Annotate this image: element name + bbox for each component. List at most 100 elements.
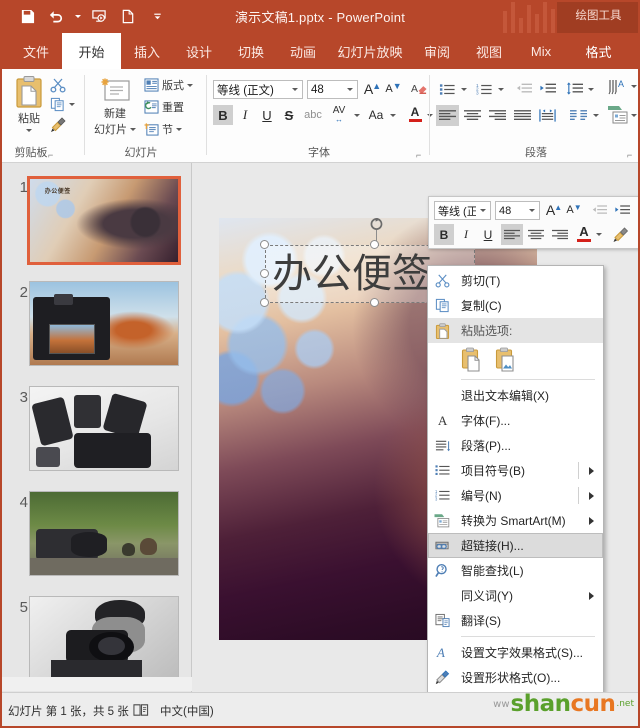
mini-align-left-button[interactable] bbox=[501, 224, 523, 245]
mini-format-painter-button[interactable] bbox=[609, 224, 631, 245]
menu-item-bullets[interactable]: 项目符号(B) bbox=[428, 458, 603, 483]
text-direction-dropdown-icon[interactable] bbox=[629, 77, 639, 95]
menu-item-cut[interactable]: 剪切(T) bbox=[428, 268, 603, 293]
section-dropdown-icon[interactable] bbox=[176, 127, 182, 131]
distribute-button[interactable] bbox=[536, 105, 559, 126]
mini-font-size-dropdown-icon[interactable] bbox=[525, 209, 539, 212]
change-case-dropdown-icon[interactable] bbox=[388, 105, 398, 125]
context-menu[interactable]: 剪切(T) 复制(C) 粘贴选项: 退出文本编辑(X) A 字体(F)... 段… bbox=[427, 265, 604, 694]
tab-home[interactable]: 开始 bbox=[62, 33, 121, 69]
line-spacing-button[interactable] bbox=[563, 79, 585, 99]
copy-dropdown-icon[interactable] bbox=[69, 103, 75, 106]
menu-item-smart-lookup[interactable]: 智能查找(L) bbox=[428, 558, 603, 583]
bullets-button[interactable] bbox=[436, 79, 458, 99]
clipboard-dialog-launcher[interactable]: ⌐ bbox=[48, 151, 57, 160]
columns-button[interactable] bbox=[567, 105, 590, 126]
convert-to-smartart-dropdown-icon[interactable] bbox=[629, 105, 639, 126]
paragraph-dialog-launcher[interactable]: ⌐ bbox=[627, 151, 636, 160]
tab-review[interactable]: 审阅 bbox=[411, 33, 463, 69]
strikethrough-button[interactable]: S bbox=[279, 105, 299, 125]
clear-formatting-button[interactable]: A bbox=[409, 79, 429, 99]
mini-font-size-combo[interactable]: 48 bbox=[495, 201, 540, 220]
paste-dropdown-icon[interactable] bbox=[26, 129, 32, 132]
tab-view[interactable]: 视图 bbox=[463, 33, 515, 69]
resize-handle-top-center[interactable] bbox=[370, 240, 379, 249]
section-button[interactable]: 节 bbox=[144, 121, 182, 137]
resize-handle-top-left[interactable] bbox=[260, 240, 269, 249]
change-case-button[interactable]: Aa bbox=[365, 105, 387, 125]
layout-dropdown-icon[interactable] bbox=[187, 83, 193, 87]
menu-item-hyperlink[interactable]: 超链接(H)... bbox=[428, 533, 603, 558]
thumbnail-frame-2[interactable] bbox=[29, 281, 179, 366]
resize-handle-middle-left[interactable] bbox=[260, 269, 269, 278]
new-slide-dropdown-icon[interactable] bbox=[130, 127, 136, 131]
justify-button[interactable] bbox=[511, 105, 534, 126]
underline-button[interactable]: U bbox=[257, 105, 277, 125]
tab-file[interactable]: 文件 bbox=[10, 33, 62, 69]
character-spacing-dropdown-icon[interactable] bbox=[352, 105, 362, 125]
mini-font-color-dropdown-icon[interactable] bbox=[594, 224, 604, 245]
font-name-dropdown-icon[interactable] bbox=[288, 88, 302, 91]
menu-item-convert-to-smartart[interactable]: 转换为 SmartArt(M) bbox=[428, 508, 603, 533]
layout-button[interactable]: 版式 bbox=[144, 77, 193, 93]
reset-button[interactable]: 重置 bbox=[144, 99, 184, 115]
thumbnail-slide-1[interactable]: 1 办公便签 bbox=[0, 176, 191, 268]
mini-font-name-dropdown-icon[interactable] bbox=[476, 209, 490, 212]
thumbnail-frame-4[interactable] bbox=[29, 491, 179, 576]
grow-font-button[interactable]: A ▲ bbox=[363, 79, 382, 99]
font-name-combo[interactable]: 等线 (正文) bbox=[213, 80, 303, 99]
menu-item-synonyms[interactable]: 同义词(Y) bbox=[428, 583, 603, 608]
increase-indent-button[interactable] bbox=[536, 79, 558, 99]
slide-textbox-text[interactable]: 办公便签 bbox=[272, 248, 432, 300]
numbering-button[interactable]: 1 2 3 bbox=[473, 79, 495, 99]
align-left-button[interactable] bbox=[436, 105, 459, 126]
paste-button[interactable]: 粘贴 bbox=[8, 75, 50, 132]
thumbnail-slide-3[interactable]: 3 bbox=[0, 385, 191, 473]
paste-options-row[interactable] bbox=[428, 343, 603, 376]
thumbnail-slide-2[interactable]: 2 bbox=[0, 280, 191, 368]
font-dialog-launcher[interactable]: ⌐ bbox=[416, 151, 425, 160]
tab-animations[interactable]: 动画 bbox=[277, 33, 329, 69]
convert-to-smartart-button[interactable] bbox=[606, 102, 630, 126]
tab-transitions[interactable]: 切换 bbox=[225, 33, 277, 69]
font-color-button[interactable]: A bbox=[406, 103, 424, 125]
text-direction-button[interactable]: A bbox=[606, 76, 630, 96]
tab-format[interactable]: 格式 bbox=[557, 33, 640, 69]
font-size-dropdown-icon[interactable] bbox=[343, 88, 357, 91]
cut-button[interactable] bbox=[50, 77, 66, 93]
resize-handle-bottom-center[interactable] bbox=[370, 298, 379, 307]
menu-item-copy[interactable]: 复制(C) bbox=[428, 293, 603, 318]
thumbnail-frame-3[interactable] bbox=[29, 386, 179, 471]
menu-item-translate[interactable]: 翻译(S) bbox=[428, 608, 603, 633]
mini-decrease-indent-button[interactable] bbox=[589, 200, 609, 220]
mini-italic-button[interactable]: I bbox=[456, 224, 476, 245]
bold-button[interactable]: B bbox=[213, 105, 233, 125]
thumbnail-frame-5[interactable] bbox=[29, 596, 179, 681]
italic-button[interactable]: I bbox=[235, 105, 255, 125]
mini-align-center-button[interactable] bbox=[525, 224, 547, 245]
mini-font-name-combo[interactable]: 等线 (正文 bbox=[434, 201, 491, 220]
line-spacing-dropdown-icon[interactable] bbox=[586, 79, 596, 99]
resize-handle-bottom-left[interactable] bbox=[260, 298, 269, 307]
menu-item-numbering[interactable]: 1 2 3 编号(N) bbox=[428, 483, 603, 508]
menu-item-paragraph[interactable]: 段落(P)... bbox=[428, 433, 603, 458]
menu-item-format-text-effects[interactable]: A 设置文字效果格式(S)... bbox=[428, 640, 603, 665]
columns-dropdown-icon[interactable] bbox=[591, 105, 601, 126]
thumbnail-pane-scrollbar[interactable] bbox=[0, 677, 192, 691]
thumbnail-slide-4[interactable]: 4 bbox=[0, 490, 191, 578]
character-spacing-button[interactable]: AV ↔ bbox=[327, 103, 351, 125]
slide-thumbnail-pane[interactable]: 1 办公便签 2 3 4 5 bbox=[0, 163, 192, 692]
mini-align-right-button[interactable] bbox=[549, 224, 571, 245]
thumbnail-slide-5[interactable]: 5 bbox=[0, 595, 191, 683]
status-language[interactable]: 中文(中国) bbox=[160, 703, 214, 719]
decrease-indent-button[interactable] bbox=[512, 79, 534, 99]
menu-item-exit-text-editing[interactable]: 退出文本编辑(X) bbox=[428, 383, 603, 408]
mini-formatting-toolbar[interactable]: 等线 (正文 48 A ▲ A ▼ B I U bbox=[428, 196, 640, 249]
tab-design[interactable]: 设计 bbox=[173, 33, 225, 69]
align-center-button[interactable] bbox=[461, 105, 484, 126]
menu-item-font[interactable]: A 字体(F)... bbox=[428, 408, 603, 433]
copy-button[interactable] bbox=[50, 97, 75, 112]
paste-keep-source-formatting-icon[interactable] bbox=[461, 347, 484, 373]
ribbon-tabs[interactable]: 文件 开始 插入 设计 切换 动画 幻灯片放映 审阅 视图 Mix 格式 bbox=[0, 33, 640, 69]
shrink-font-button[interactable]: A ▼ bbox=[384, 79, 403, 99]
